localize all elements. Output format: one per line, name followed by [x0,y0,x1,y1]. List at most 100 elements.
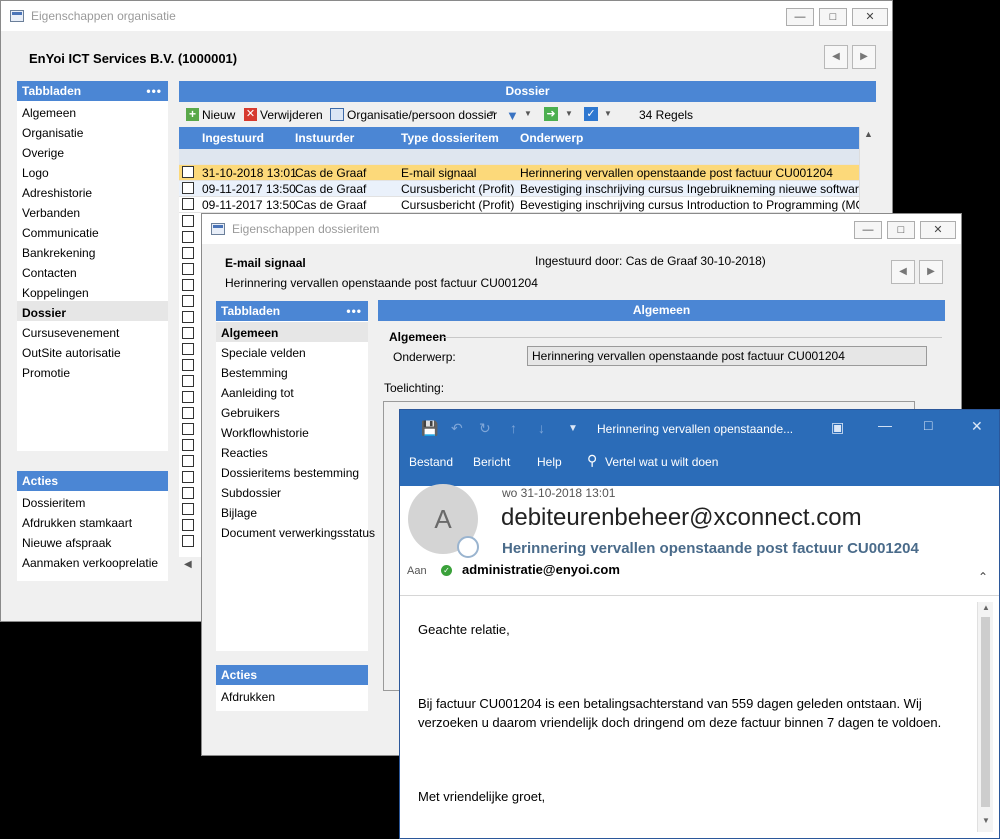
row-checkbox[interactable] [182,391,194,403]
row-checkbox[interactable] [182,455,194,467]
tab-logo[interactable]: Logo [22,166,49,180]
col-onderwerp[interactable]: Onderwerp [520,131,583,145]
chevron-down-icon[interactable]: ▼ [524,109,532,118]
tab-communicatie[interactable]: Communicatie [22,226,99,240]
tell-me-input[interactable]: Vertel wat u wilt doen [605,455,718,469]
row-checkbox[interactable] [182,247,194,259]
tab-subdossier[interactable]: Subdossier [221,486,281,500]
tab-verbanden[interactable]: Verbanden [22,206,80,220]
filter-row[interactable] [179,149,859,165]
filter-icon[interactable]: ▼ [506,108,519,123]
actie-dossieritem[interactable]: Dossieritem [22,496,85,510]
table-row[interactable]: 09-11-2017 13:50 Cas de Graaf Cursusberi… [179,197,859,213]
scrollbar-thumb[interactable] [981,617,990,807]
arrow-up-icon[interactable]: ↑ [510,420,517,436]
row-checkbox[interactable] [182,423,194,435]
menu-bericht[interactable]: Bericht [473,455,510,469]
tab-algemeen[interactable]: Algemeen [22,106,76,120]
tab-bijlage[interactable]: Bijlage [221,506,257,520]
row-checkbox[interactable] [182,407,194,419]
tab-algemeen[interactable]: Algemeen [221,326,278,340]
tab-dossieritems-bestemming[interactable]: Dossieritems bestemming [221,466,359,480]
recipient-address[interactable]: administratie@enyoi.com [462,562,620,577]
chevron-down-icon[interactable]: ▼ [604,109,612,118]
row-checkbox[interactable] [182,487,194,499]
more-icon[interactable]: ••• [146,81,162,101]
collapse-header-icon[interactable]: ⌃ [978,570,988,584]
row-checkbox[interactable] [182,535,194,547]
chevron-down-icon[interactable]: ▼ [488,109,496,118]
col-type[interactable]: Type dossieritem [401,131,499,145]
row-checkbox[interactable] [182,311,194,323]
row-checkbox[interactable] [182,503,194,515]
more-icon[interactable]: ••• [346,301,362,321]
row-checkbox[interactable] [182,231,194,243]
row-checkbox[interactable] [182,182,194,194]
row-checkbox[interactable] [182,263,194,275]
close-icon[interactable]: ✕ [971,418,983,435]
row-checkbox[interactable] [182,215,194,227]
chevron-left-icon[interactable]: ◀ [184,559,192,570]
actie-aanmaken-verkooprelatie[interactable]: Aanmaken verkooprelatie [22,556,158,570]
actie-afdrukken-stamkaart[interactable]: Afdrukken stamkaart [22,516,132,530]
onderwerp-field[interactable]: Herinnering vervallen openstaande post f… [527,346,927,366]
tab-promotie[interactable]: Promotie [22,366,70,380]
customize-icon[interactable]: ▼ [568,423,578,434]
dossieritem-titlebar[interactable]: Eigenschappen dossieritem — □ ✕ [202,214,961,244]
chevron-up-icon[interactable]: ▲ [864,129,873,139]
row-checkbox[interactable] [182,359,194,371]
row-checkbox[interactable] [182,439,194,451]
chevron-down-icon[interactable]: ▼ [565,109,573,118]
org-dossier-button[interactable]: Organisatie/persoon dossier [347,108,497,122]
row-checkbox[interactable] [182,295,194,307]
prev-record-button[interactable]: ◀ [891,260,915,284]
row-checkbox[interactable] [182,198,194,210]
chevron-down-icon[interactable]: ▼ [982,816,990,825]
tab-bankrekening[interactable]: Bankrekening [22,246,95,260]
row-checkbox[interactable] [182,279,194,291]
row-checkbox[interactable] [182,166,194,178]
tab-adreshistorie[interactable]: Adreshistorie [22,186,92,200]
minimize-button[interactable]: — [854,221,882,239]
minimize-icon[interactable]: — [878,417,892,433]
save-icon[interactable]: 💾 [421,420,438,437]
col-instuurder[interactable]: Instuurder [295,131,354,145]
tab-reacties[interactable]: Reacties [221,446,268,460]
menu-bestand[interactable]: Bestand [409,455,453,469]
new-button[interactable]: Nieuw [202,108,235,122]
close-button[interactable]: ✕ [852,8,888,26]
organisatie-titlebar[interactable]: Eigenschappen organisatie — □ ✕ [1,1,892,31]
tab-contacten[interactable]: Contacten [22,266,77,280]
maximize-icon[interactable]: □ [924,417,932,433]
tab-document-verwerkingsstatus[interactable]: Document verwerkingsstatus [221,526,375,540]
arrow-down-icon[interactable]: ↓ [538,420,545,436]
tab-gebruikers[interactable]: Gebruikers [221,406,280,420]
tab-dossier[interactable]: Dossier [22,306,66,320]
maximize-button[interactable]: □ [819,8,847,26]
minimize-button[interactable]: — [786,8,814,26]
table-row[interactable]: 31-10-2018 13:01 Cas de Graaf E-mail sig… [179,165,859,181]
arrow-right-icon[interactable]: ➜ [544,107,558,121]
menu-help[interactable]: Help [537,455,562,469]
col-ingestuurd[interactable]: Ingestuurd [202,131,264,145]
next-record-button[interactable]: ▶ [919,260,943,284]
ribbon-display-icon[interactable]: ▣ [831,419,844,436]
next-record-button[interactable]: ▶ [852,45,876,69]
check-icon[interactable]: ✓ [584,107,598,121]
redo-icon[interactable]: ↻ [479,420,491,437]
body-scrollbar[interactable]: ▲ ▼ [977,602,993,832]
actie-nieuwe-afspraak[interactable]: Nieuwe afspraak [22,536,111,550]
tab-aanleiding-tot[interactable]: Aanleiding tot [221,386,294,400]
tab-overige[interactable]: Overige [22,146,64,160]
close-button[interactable]: ✕ [920,221,956,239]
tab-cursusevenement[interactable]: Cursusevenement [22,326,119,340]
undo-icon[interactable]: ↶ [451,420,463,437]
row-checkbox[interactable] [182,471,194,483]
table-row[interactable]: 09-11-2017 13:50 Cas de Graaf Cursusberi… [179,181,859,197]
chevron-up-icon[interactable]: ▲ [982,603,990,612]
tab-workflowhistorie[interactable]: Workflowhistorie [221,426,309,440]
tab-bestemming[interactable]: Bestemming [221,366,288,380]
sender-address[interactable]: debiteurenbeheer@xconnect.com [501,504,862,532]
maximize-button[interactable]: □ [887,221,915,239]
row-checkbox[interactable] [182,375,194,387]
